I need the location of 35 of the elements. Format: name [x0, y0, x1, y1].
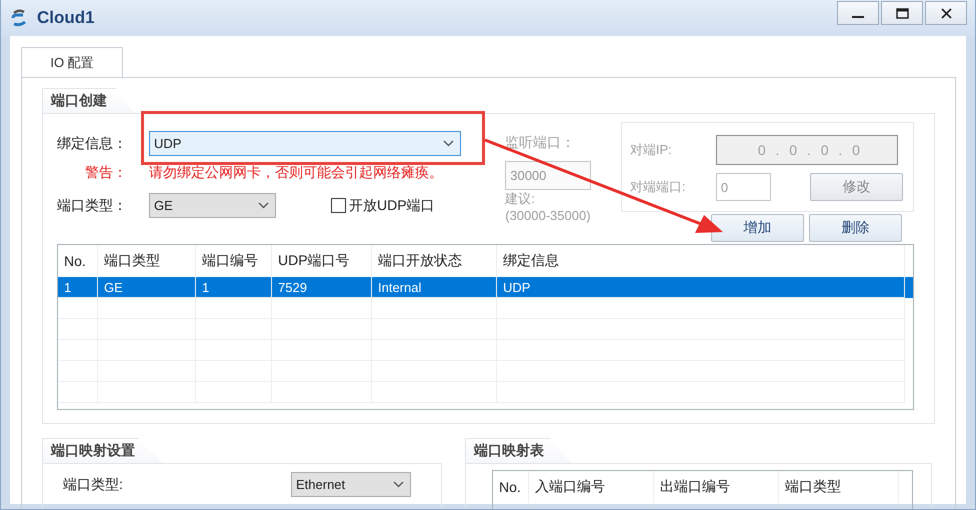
column-header[interactable]: 入端口编号: [529, 471, 654, 503]
column-header[interactable]: 出端口编号: [654, 471, 779, 503]
hint-range: (30000-35000): [505, 207, 592, 224]
group-title: 端口映射表: [465, 438, 571, 463]
field-label: 绑定信息：: [57, 134, 128, 152]
tab[interactable]: IO 配置: [21, 47, 123, 77]
table-cell: 1: [58, 277, 98, 298]
binding-dropdown[interactable]: UDP: [149, 131, 461, 156]
dropdown-value: GE: [154, 198, 173, 213]
field-label: 对端端口:: [630, 178, 687, 196]
port-type-dropdown[interactable]: Ethernet: [291, 472, 411, 497]
field-label: 端口类型：: [57, 196, 128, 214]
table-cell: UDP: [497, 277, 905, 298]
group-title: 端口创建: [42, 88, 134, 113]
column-header[interactable]: 端口类型: [779, 471, 899, 503]
dropdown-value: Ethernet: [296, 477, 346, 492]
window-title: Cloud1: [37, 8, 95, 28]
field-label: 监听端口：: [505, 134, 576, 152]
dropdown-value: UDP: [154, 136, 182, 151]
field-label: 对端IP:: [630, 141, 673, 159]
port-type-dropdown[interactable]: GE: [149, 193, 276, 218]
table-cell: 7529: [272, 277, 372, 298]
table-row[interactable]: 1 GE 1 7529 Internal UDP: [58, 277, 913, 298]
hint-label: 建议:: [505, 190, 536, 207]
action-button[interactable]: 删除: [808, 214, 902, 242]
group-title: 端口映射设置: [42, 438, 162, 463]
table-cell: 1: [196, 277, 272, 298]
field-label: 端口类型:: [63, 476, 124, 494]
action-button[interactable]: 增加: [710, 214, 804, 242]
warning-text: 请勿绑定公网网卡，否则可能会引起网络瘫痪。: [149, 164, 443, 182]
table-cell: GE: [98, 277, 196, 298]
checkbox-label: 开放UDP端口: [349, 196, 435, 214]
table-cell: Internal: [372, 277, 497, 298]
column-header[interactable]: No.: [493, 471, 529, 503]
warning-label: 警告：: [85, 164, 128, 182]
